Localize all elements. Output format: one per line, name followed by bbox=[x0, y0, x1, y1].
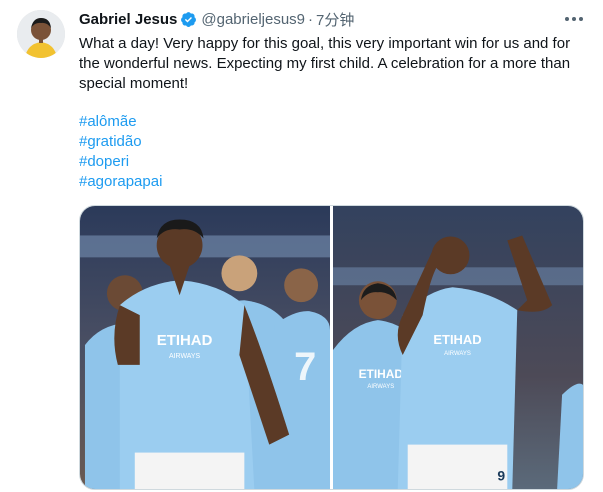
separator-dot: · bbox=[308, 10, 314, 28]
hashtag-link[interactable]: #agorapapai bbox=[79, 172, 162, 192]
tweet-card[interactable]: Gabriel Jesus @gabrieljesus9 · 7分钟 What … bbox=[0, 0, 603, 492]
hashtag-link[interactable]: #alômãe bbox=[79, 112, 162, 132]
tweet-text: What a day! Very happy for this goal, th… bbox=[79, 34, 584, 94]
tweet-timestamp[interactable]: 7分钟 bbox=[316, 9, 354, 30]
verified-badge-icon bbox=[180, 11, 197, 28]
tweet-text-line: What a day! Very happy for this goal, th… bbox=[79, 35, 571, 52]
shorts-number: 9 bbox=[497, 467, 505, 483]
author-handle[interactable]: @gabrieljesus9 bbox=[201, 11, 305, 28]
hashtag-link[interactable]: #gratidão bbox=[79, 132, 162, 152]
avatar[interactable] bbox=[17, 10, 65, 58]
avatar-image bbox=[17, 10, 65, 58]
tweet-header: Gabriel Jesus @gabrieljesus9 · 7分钟 bbox=[79, 9, 354, 29]
sponsor-subtext: AIRWAYS bbox=[367, 384, 394, 390]
svg-text:AIRWAYS: AIRWAYS bbox=[444, 351, 471, 357]
hashtag-link[interactable]: #doperi bbox=[79, 152, 162, 172]
tweet-text-line: the wonderful news. Expecting my first c… bbox=[79, 55, 571, 72]
svg-text:ETIHAD: ETIHAD bbox=[433, 332, 481, 347]
sponsor-text: ETIHAD bbox=[157, 332, 213, 349]
tweet-photo-1[interactable]: 7 ETIHAD AIRWAYS bbox=[80, 206, 330, 489]
sponsor-subtext: AIRWAYS bbox=[169, 353, 201, 360]
photo-image: 7 ETIHAD AIRWAYS bbox=[80, 206, 330, 489]
hashtag-list: #alômãe #gratidão #doperi #agorapapai bbox=[79, 112, 162, 192]
media-grid: 7 ETIHAD AIRWAYS ETIHAD AIRWAYS ETIHAD A… bbox=[79, 205, 584, 490]
author-name[interactable]: Gabriel Jesus bbox=[79, 11, 177, 28]
tweet-text-line: special moment! bbox=[79, 75, 189, 92]
shirt-number: 7 bbox=[294, 345, 316, 389]
more-horizontal-icon[interactable] bbox=[563, 10, 585, 28]
sponsor-text: ETIHAD bbox=[359, 367, 404, 381]
photo-image: ETIHAD AIRWAYS ETIHAD AIRWAYS 9 bbox=[333, 206, 583, 489]
tweet-photo-2[interactable]: ETIHAD AIRWAYS ETIHAD AIRWAYS 9 bbox=[333, 206, 583, 489]
